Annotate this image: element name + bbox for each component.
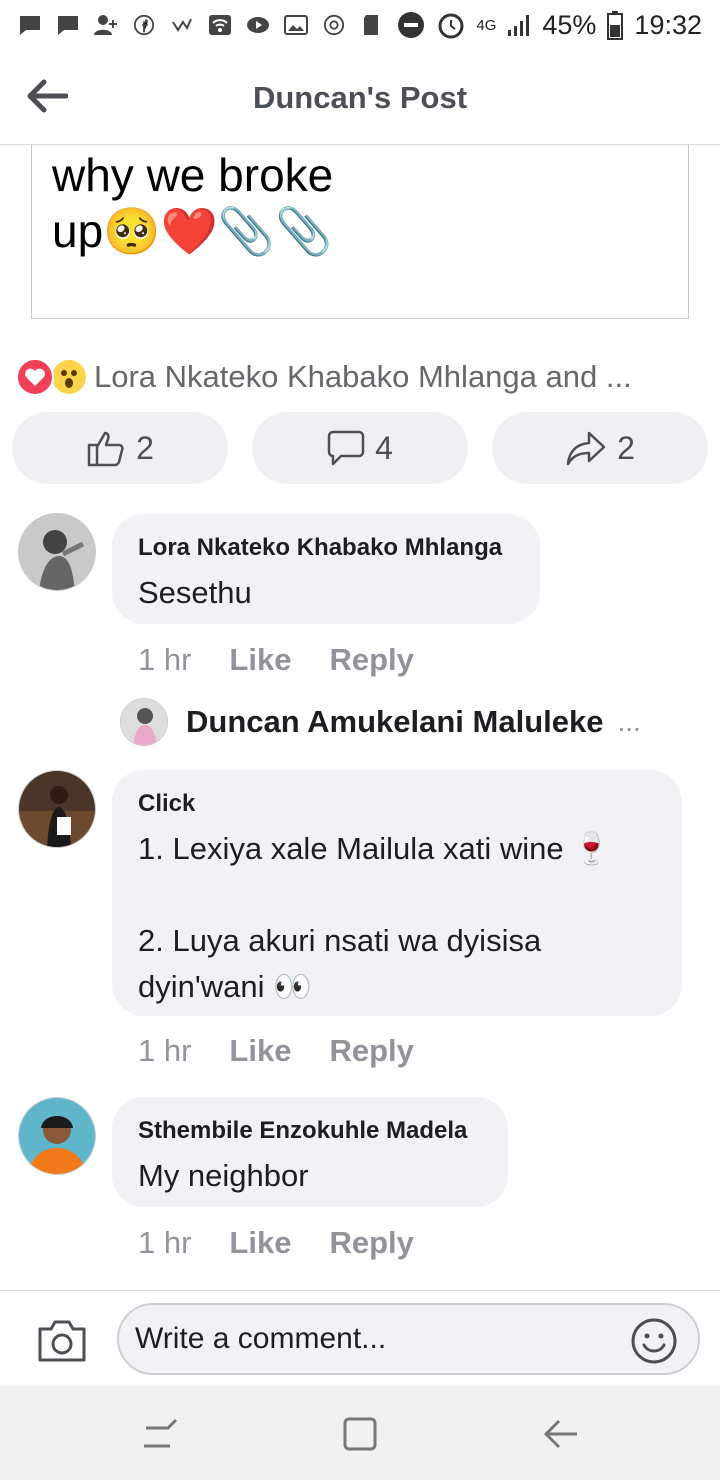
post-text: why we broke up🥺❤️📎📎 xyxy=(52,149,334,257)
do-not-disturb-icon xyxy=(398,12,425,38)
sdcard-icon xyxy=(364,15,378,35)
reactions-text: Lora Nkateko Khabako Mhlanga and ... xyxy=(94,359,632,394)
clock: 19:32 xyxy=(634,9,702,40)
image-icon xyxy=(284,15,308,35)
check-icon xyxy=(172,18,192,32)
status-bar: 4G 45% 19:32 xyxy=(0,0,720,50)
comment-time: 1 hr xyxy=(138,642,192,677)
comment-text: 1. Lexiya xale Mailula xati wine 🍷 2. Lu… xyxy=(138,831,611,1004)
comment-reply-link[interactable]: Reply xyxy=(329,1225,413,1261)
reply-author: Duncan Amukelani Maluleke xyxy=(186,704,604,739)
reply-preview[interactable]: Duncan Amukelani Maluleke ... xyxy=(120,698,680,746)
comment-time: 1 hr xyxy=(138,1225,192,1260)
comment-reply-link[interactable]: Reply xyxy=(329,1033,413,1069)
message-icon xyxy=(20,16,40,35)
share-icon xyxy=(566,431,606,466)
reply-more: ... xyxy=(617,706,641,737)
video-icon xyxy=(247,17,269,33)
notification-icons xyxy=(18,14,384,36)
comment-composer: Write a comment... xyxy=(0,1290,720,1386)
comment-reply-link[interactable]: Reply xyxy=(329,642,413,678)
wow-icon xyxy=(50,358,88,396)
comment-bubble[interactable]: Lora Nkateko Khabako Mhlanga Sesethu xyxy=(112,514,540,624)
comment-meta: 1 hr Like Reply xyxy=(138,1033,414,1069)
comment-meta: 1 hr Like Reply xyxy=(138,642,414,678)
comment-bubble[interactable]: Click 1. Lexiya xale Mailula xati wine 🍷… xyxy=(112,770,682,1016)
comment-input[interactable]: Write a comment... xyxy=(117,1303,700,1375)
chat-icon xyxy=(58,16,78,35)
thumbs-up-icon xyxy=(87,431,124,467)
avatar[interactable] xyxy=(18,513,96,591)
commenter-name[interactable]: Click xyxy=(138,790,656,818)
comment-like-link[interactable]: Like xyxy=(229,1225,291,1261)
comment-time: 1 hr xyxy=(138,1033,192,1068)
comment-text: My neighbor xyxy=(138,1158,309,1193)
system-nav-bar xyxy=(0,1386,720,1480)
facebook-icon xyxy=(133,14,155,36)
avatar[interactable] xyxy=(18,1097,96,1175)
battery-percent: 45% xyxy=(542,9,597,40)
commenter-name[interactable]: Sthembile Enzokuhle Madela xyxy=(138,1117,482,1145)
reactions-summary[interactable]: Lora Nkateko Khabako Mhlanga and ... xyxy=(16,358,696,396)
comment-button[interactable]: 4 xyxy=(252,412,468,484)
nav-back-icon[interactable] xyxy=(541,1416,581,1452)
home-icon[interactable] xyxy=(341,1416,381,1452)
alarm-icon xyxy=(438,13,464,39)
wifi-icon xyxy=(209,15,231,35)
comment-bubble[interactable]: Sthembile Enzokuhle Madela My neighbor xyxy=(112,1097,508,1207)
page-title: Duncan's Post xyxy=(252,80,468,115)
comment-count: 4 xyxy=(375,429,393,466)
comment-icon xyxy=(327,430,365,466)
post-actions: 2 4 2 xyxy=(12,412,708,484)
share-count: 2 xyxy=(617,429,635,466)
comment-text: Sesethu xyxy=(138,575,252,610)
app-bar: Duncan's Post xyxy=(0,50,720,145)
share-button[interactable]: 2 xyxy=(492,412,708,484)
like-count: 2 xyxy=(136,429,154,466)
comment-placeholder: Write a comment... xyxy=(135,1322,387,1355)
recent-apps-icon[interactable] xyxy=(140,1416,180,1452)
avatar[interactable] xyxy=(18,770,96,848)
post-content[interactable]: why we broke up🥺❤️📎📎 xyxy=(31,145,689,319)
emoji-icon[interactable] xyxy=(630,1317,678,1365)
network-type: 4G xyxy=(476,16,497,34)
commenter-name[interactable]: Lora Nkateko Khabako Mhlanga xyxy=(138,534,514,562)
love-icon xyxy=(16,358,54,396)
system-status: 4G 45% 19:32 xyxy=(396,10,702,41)
comment-meta: 1 hr Like Reply xyxy=(138,1225,414,1261)
comment-like-link[interactable]: Like xyxy=(229,1033,291,1069)
sync-icon xyxy=(323,14,345,36)
comment-like-link[interactable]: Like xyxy=(229,642,291,678)
signal-icon xyxy=(508,15,530,36)
add-friend-icon xyxy=(94,15,117,35)
battery-icon xyxy=(607,11,624,40)
like-button[interactable]: 2 xyxy=(12,412,228,484)
avatar xyxy=(120,698,168,746)
camera-icon[interactable] xyxy=(36,1319,88,1363)
